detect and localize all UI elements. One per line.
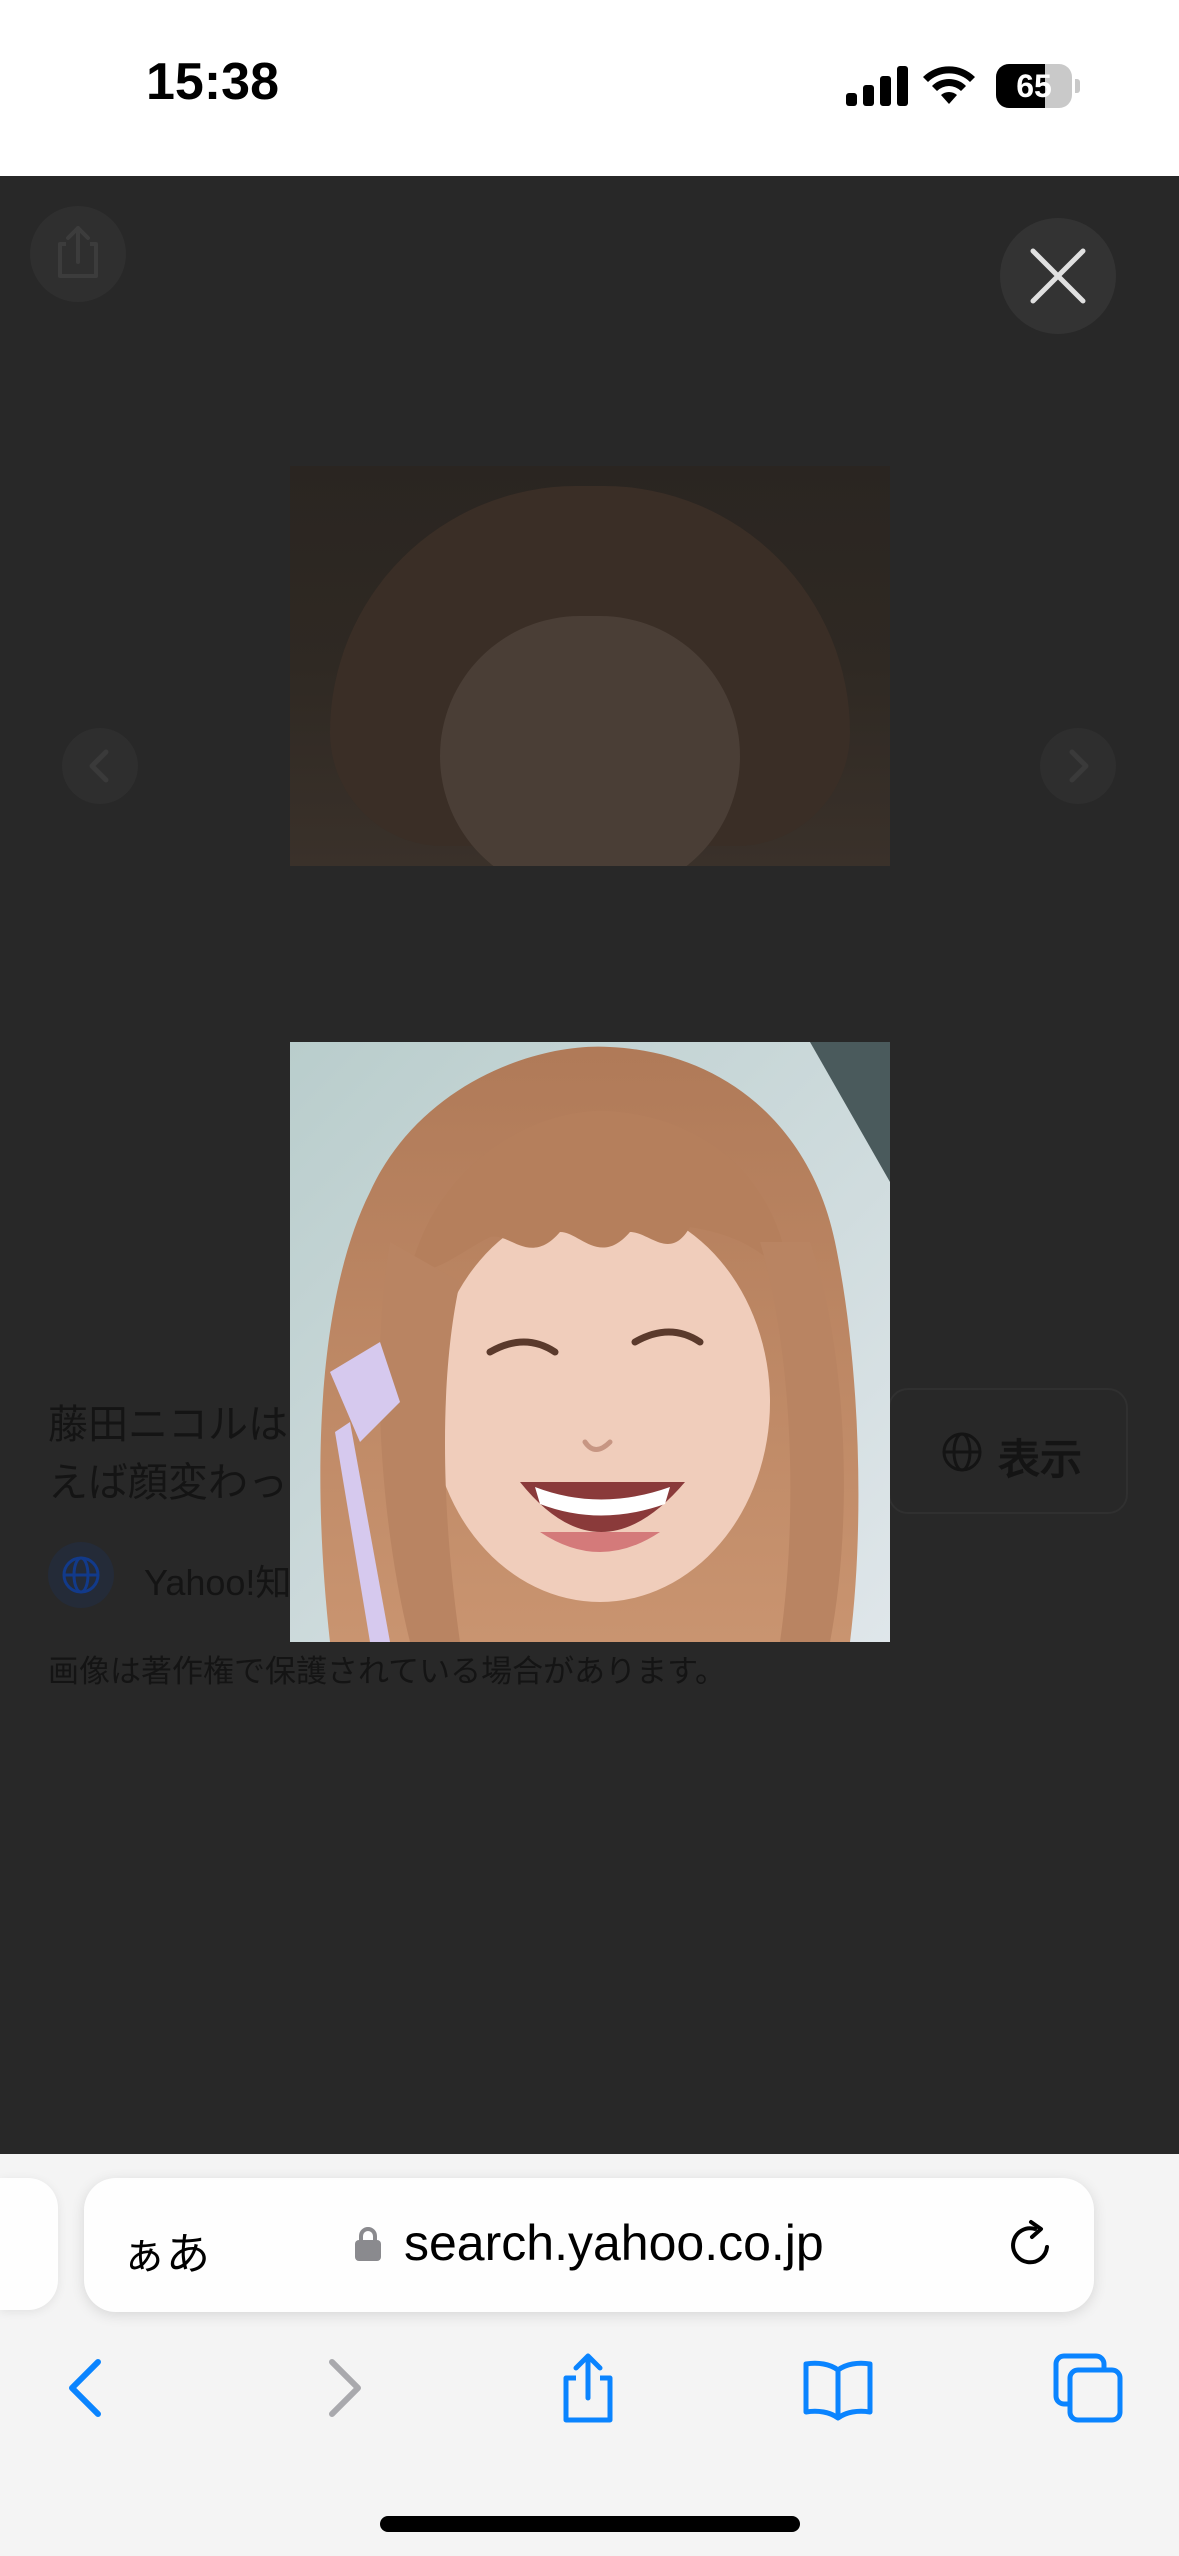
address-bar[interactable]: ぁあ search.yahoo.co.jp [84, 2178, 1094, 2312]
share-icon[interactable] [552, 2352, 624, 2424]
enlarged-image-dimmed [290, 466, 890, 866]
next-image-button[interactable] [1040, 728, 1116, 804]
previous-image-button[interactable] [62, 728, 138, 804]
bookmarks-icon[interactable] [802, 2352, 874, 2424]
image-face-shape [440, 616, 740, 866]
battery-indicator: 65 [996, 64, 1080, 108]
home-indicator[interactable] [380, 2516, 800, 2532]
cellular-signal-icon [846, 66, 908, 106]
share-icon [58, 226, 98, 278]
globe-icon [942, 1432, 982, 1472]
clock: 15:38 [146, 53, 279, 111]
copyright-notice: 画像は著作権で保護されている場合があります。 [48, 1654, 726, 1689]
image-preview[interactable] [290, 1042, 890, 1642]
source-favicon [48, 1542, 114, 1608]
previous-tab-edge[interactable] [0, 2178, 58, 2310]
globe-icon [62, 1556, 100, 1594]
tabs-icon[interactable] [1052, 2352, 1124, 2424]
image-viewer-overlay[interactable]: 藤田ニコルは えば顔変わったな垢抜けたなー ... 表示 Yahoo!知恵袋 -… [0, 176, 1179, 2154]
portrait-photo [290, 1042, 890, 1642]
url-text[interactable]: search.yahoo.co.jp [404, 2214, 824, 2272]
battery-body: 65 [996, 64, 1072, 108]
battery-level: 65 [1016, 68, 1052, 104]
chevron-left-icon [89, 749, 109, 783]
text-size-button[interactable]: ぁあ [122, 2218, 210, 2282]
reload-icon[interactable] [1002, 2216, 1060, 2274]
status-bar: 15:38 65 [0, 0, 1179, 176]
close-button[interactable] [1000, 218, 1116, 334]
view-source-button[interactable]: 表示 [888, 1388, 1128, 1514]
lock-icon [355, 2227, 381, 2261]
view-source-label: 表示 [998, 1436, 1083, 1483]
wifi-icon [923, 66, 975, 104]
forward-icon[interactable] [306, 2352, 378, 2424]
battery-tip [1075, 79, 1080, 93]
chevron-right-icon [1069, 749, 1089, 783]
back-icon[interactable] [52, 2352, 124, 2424]
viewer-share-button[interactable] [30, 206, 126, 302]
close-icon [1030, 248, 1086, 304]
